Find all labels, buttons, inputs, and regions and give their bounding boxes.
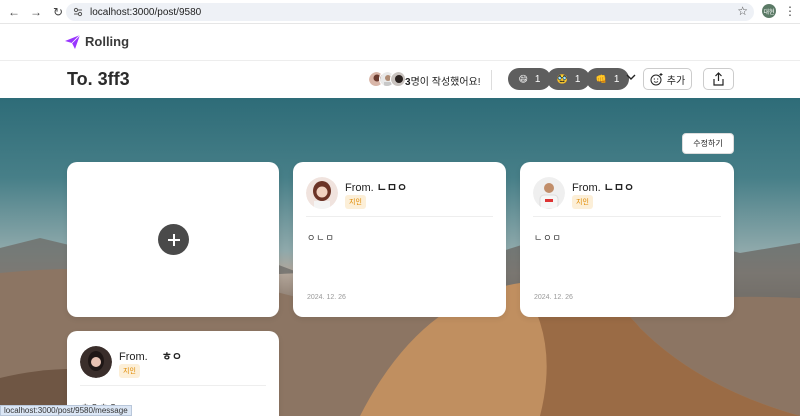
profile-avatar[interactable]: 대현 — [762, 4, 776, 18]
browser-toolbar: ← → ↻ localhost:3000/post/9580 ☆ 대현 ⋮ — [0, 0, 800, 24]
reaction-badge[interactable]: 😄 1 — [508, 68, 551, 90]
message-card[interactable]: From.ㅎㅇ 지인 ㅎㅇㅎㅇ — [67, 331, 279, 416]
message-date: 2024. 12. 26 — [307, 294, 346, 301]
sender-name: ㄴㅁㅇ — [603, 182, 635, 194]
sender-line: From. ㄴㅁㅇ — [345, 182, 408, 194]
back-arrow-icon[interactable]: ← — [6, 4, 22, 20]
message-content: ㄴㅇㅁ — [534, 233, 562, 243]
message-card[interactable]: From. ㄴㅁㅇ 지인 ㅇㄴㅁ 2024. 12. 26 — [293, 162, 506, 317]
address-bar[interactable]: localhost:3000/post/9580 ☆ — [66, 3, 754, 21]
share-icon — [713, 72, 724, 86]
app-header: Rolling — [0, 24, 800, 61]
sender-avatar — [306, 177, 338, 209]
message-date: 2024. 12. 26 — [534, 294, 573, 301]
relation-badge: 지인 — [345, 195, 366, 209]
reaction-count: 1 — [534, 73, 541, 85]
sender-avatar — [533, 177, 565, 209]
card-divider — [80, 385, 266, 386]
message-content: ㅇㄴㅁ — [307, 233, 335, 243]
reaction-badge[interactable]: 👊 1 — [586, 68, 629, 90]
share-button[interactable] — [703, 68, 734, 90]
post-header: To. 3ff3 3명이 작성했어요! 😄 1 🥸 1 👊 1 추가 — [0, 61, 800, 98]
fist-icon: 👊 — [595, 73, 607, 84]
writer-avatars — [368, 71, 406, 87]
avatar — [390, 71, 406, 87]
forward-arrow-icon[interactable]: → — [28, 4, 44, 20]
card-divider — [533, 216, 721, 217]
add-reaction-label: 추가 — [666, 75, 686, 87]
reload-icon[interactable]: ↻ — [50, 4, 66, 20]
edit-button[interactable]: 수정하기 — [682, 133, 734, 154]
browser-menu-icon[interactable]: ⋮ — [784, 4, 796, 18]
writer-count: 3명이 작성했어요! — [405, 77, 481, 88]
smiley-plus-icon — [650, 72, 663, 85]
sender-line: From. ㅎㅇ — [119, 351, 182, 363]
relation-badge: 지인 — [119, 364, 140, 378]
add-reaction-button[interactable]: 추가 — [643, 68, 692, 90]
site-info-icon[interactable] — [72, 6, 84, 18]
divider — [491, 70, 492, 90]
chevron-down-icon[interactable] — [626, 72, 636, 84]
add-message-card[interactable] — [67, 162, 279, 317]
sender-name: ㄴㅁㅇ — [376, 182, 408, 194]
link-status-bar: localhost:3000/post/9580/message — [0, 405, 132, 416]
recipient-title: To. 3ff3 — [67, 69, 130, 89]
message-card[interactable]: From. ㄴㅁㅇ 지인 ㄴㅇㅁ 2024. 12. 26 — [520, 162, 734, 317]
paper-plane-icon — [65, 34, 80, 49]
plus-icon — [167, 233, 180, 246]
logo-text: Rolling — [85, 34, 130, 49]
add-message-button[interactable] — [158, 224, 189, 255]
reaction-badge[interactable]: 🥸 1 — [547, 68, 590, 90]
reaction-count: 1 — [574, 73, 581, 85]
bookmark-star-icon[interactable]: ☆ — [737, 4, 748, 18]
reaction-count: 1 — [613, 73, 620, 85]
logo[interactable]: Rolling — [65, 34, 129, 49]
sender-line: From. ㄴㅁㅇ — [572, 182, 635, 194]
sender-avatar — [80, 346, 112, 378]
grinning-face-icon: 😄 — [518, 73, 528, 84]
disguised-face-icon: 🥸 — [556, 73, 568, 84]
card-divider — [306, 216, 493, 217]
sender-name: ㅎㅇ — [161, 351, 182, 363]
url-text: localhost:3000/post/9580 — [90, 6, 202, 18]
relation-badge: 지인 — [572, 195, 593, 209]
